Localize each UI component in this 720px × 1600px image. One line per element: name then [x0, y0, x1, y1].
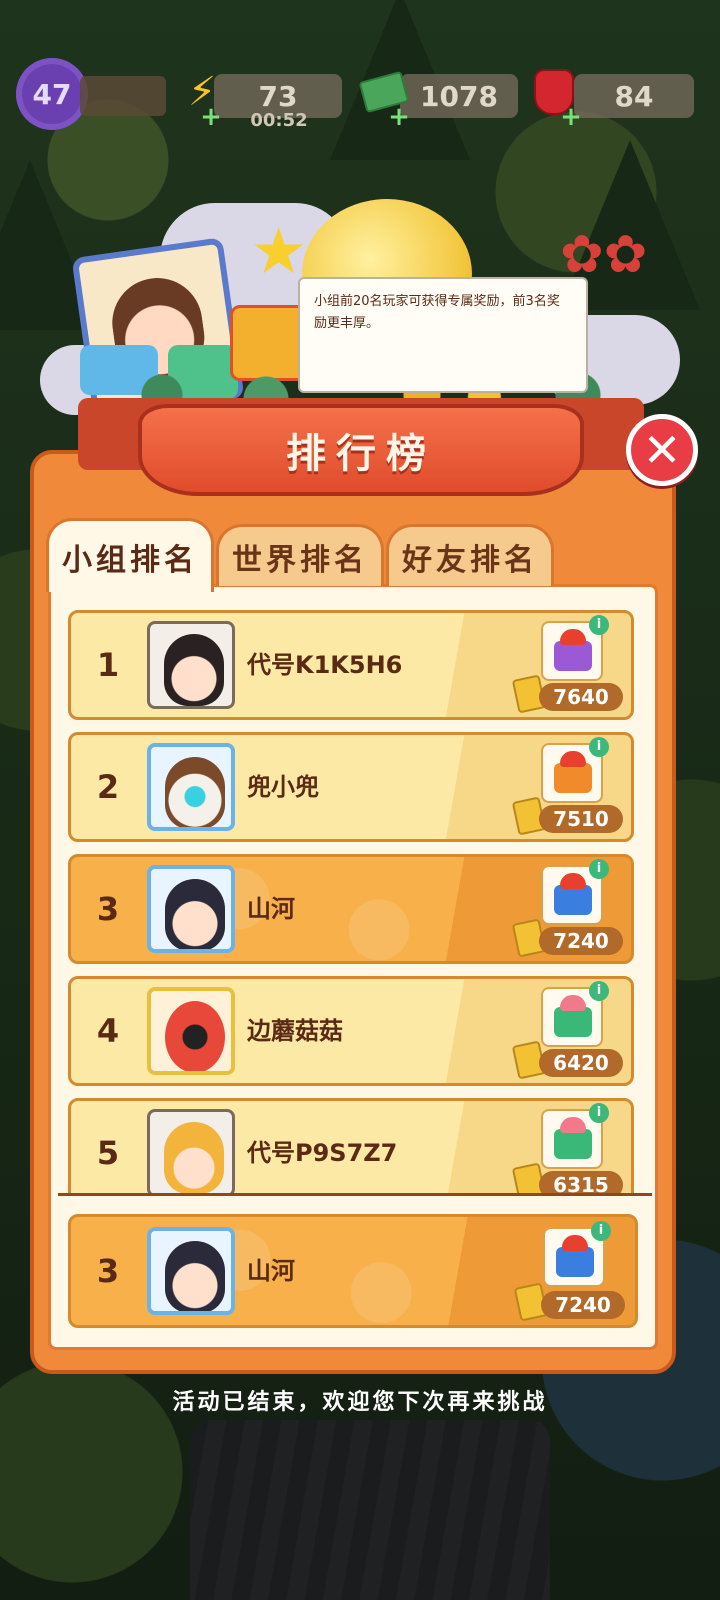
player-name: 山河	[247, 1257, 295, 1285]
level-progress-bar	[80, 76, 166, 116]
player-name: 兜小兜	[247, 773, 319, 801]
table-row[interactable]: 5 代号P9S7Z7 i 6315	[68, 1098, 634, 1196]
table-row[interactable]: 4 边蘑菇菇 i 6420	[68, 976, 634, 1086]
score: 7510	[539, 805, 623, 833]
info-icon[interactable]: i	[589, 859, 609, 879]
cash-counter[interactable]: 1078	[400, 74, 518, 118]
score: 7640	[539, 683, 623, 711]
tab-label: 小组排名	[62, 542, 198, 578]
reward-notice-text: 小组前20名玩家可获得专属奖励，前3名奖励更丰厚。	[314, 294, 560, 331]
gem-plus-icon[interactable]: +	[560, 104, 582, 130]
roses-icon: ✿✿	[560, 225, 648, 285]
close-button[interactable]: ✕	[626, 414, 698, 486]
energy-timer: 00:52	[250, 110, 308, 131]
player-name: 代号K1K5H6	[247, 651, 403, 679]
cash-value: 1078	[420, 79, 498, 113]
page-title: 排行榜	[286, 430, 436, 477]
tab-label: 世界排名	[232, 542, 368, 578]
rank-number: 3	[96, 890, 120, 928]
avatar[interactable]	[147, 987, 235, 1075]
event-ended-message: 活动已结束，欢迎您下次再来挑战	[172, 1389, 548, 1415]
tab-label: 好友排名	[402, 542, 538, 578]
rank-number: 2	[96, 768, 120, 806]
gem-value: 84	[614, 79, 654, 113]
ranking-tabs: 小组排名 世界排名 好友排名	[46, 518, 566, 592]
tab-group-ranking[interactable]: 小组排名	[46, 518, 214, 592]
score: 7240	[539, 927, 623, 955]
rank-number: 5	[96, 1134, 120, 1172]
table-row[interactable]: 3 山河 i 7240	[68, 854, 634, 964]
avatar[interactable]	[147, 1109, 235, 1196]
info-icon[interactable]: i	[591, 1221, 611, 1241]
info-icon[interactable]: i	[589, 737, 609, 757]
avatar[interactable]	[147, 621, 235, 709]
energy-plus-icon[interactable]: +	[200, 104, 222, 130]
energy-value: 73	[258, 79, 298, 113]
reward-notice: 小组前20名玩家可获得专属奖励，前3名奖励更丰厚。	[298, 277, 588, 393]
rank-number: 4	[96, 1012, 120, 1050]
info-icon[interactable]: i	[589, 615, 609, 635]
title-banner: 排行榜	[138, 404, 584, 496]
cash-plus-icon[interactable]: +	[388, 104, 410, 130]
close-icon: ✕	[642, 423, 682, 477]
player-name: 山河	[247, 895, 295, 923]
player-name: 代号P9S7Z7	[247, 1139, 398, 1167]
avatar[interactable]	[147, 1227, 235, 1315]
tab-world-ranking[interactable]: 世界排名	[216, 524, 384, 586]
level-value: 47	[32, 77, 72, 111]
rank-number: 1	[96, 646, 120, 684]
ranking-list[interactable]: 1 代号K1K5H6 i 7640 2 兜小兜 i 7510 3 山河 i 72…	[60, 600, 650, 1196]
player-name: 边蘑菇菇	[247, 1017, 343, 1045]
avatar[interactable]	[147, 743, 235, 831]
table-row[interactable]: 1 代号K1K5H6 i 7640	[68, 610, 634, 720]
score: 6420	[539, 1049, 623, 1077]
table-row[interactable]: 2 兜小兜 i 7510	[68, 732, 634, 842]
level-badge[interactable]: 47	[16, 58, 88, 130]
list-divider	[58, 1193, 652, 1196]
my-rank-row[interactable]: 3 山河 i 7240	[68, 1214, 638, 1328]
rank-number: 3	[96, 1252, 120, 1290]
score: 7240	[541, 1291, 625, 1319]
tab-friend-ranking[interactable]: 好友排名	[386, 524, 554, 586]
status-bar: 47 73 ⚡ + 00:52 1078 + 84 +	[0, 58, 720, 148]
info-icon[interactable]: i	[589, 981, 609, 1001]
info-icon[interactable]: i	[589, 1103, 609, 1123]
gift-deco-icon	[230, 305, 308, 381]
gem-counter[interactable]: 84	[574, 74, 694, 118]
avatar[interactable]	[147, 865, 235, 953]
